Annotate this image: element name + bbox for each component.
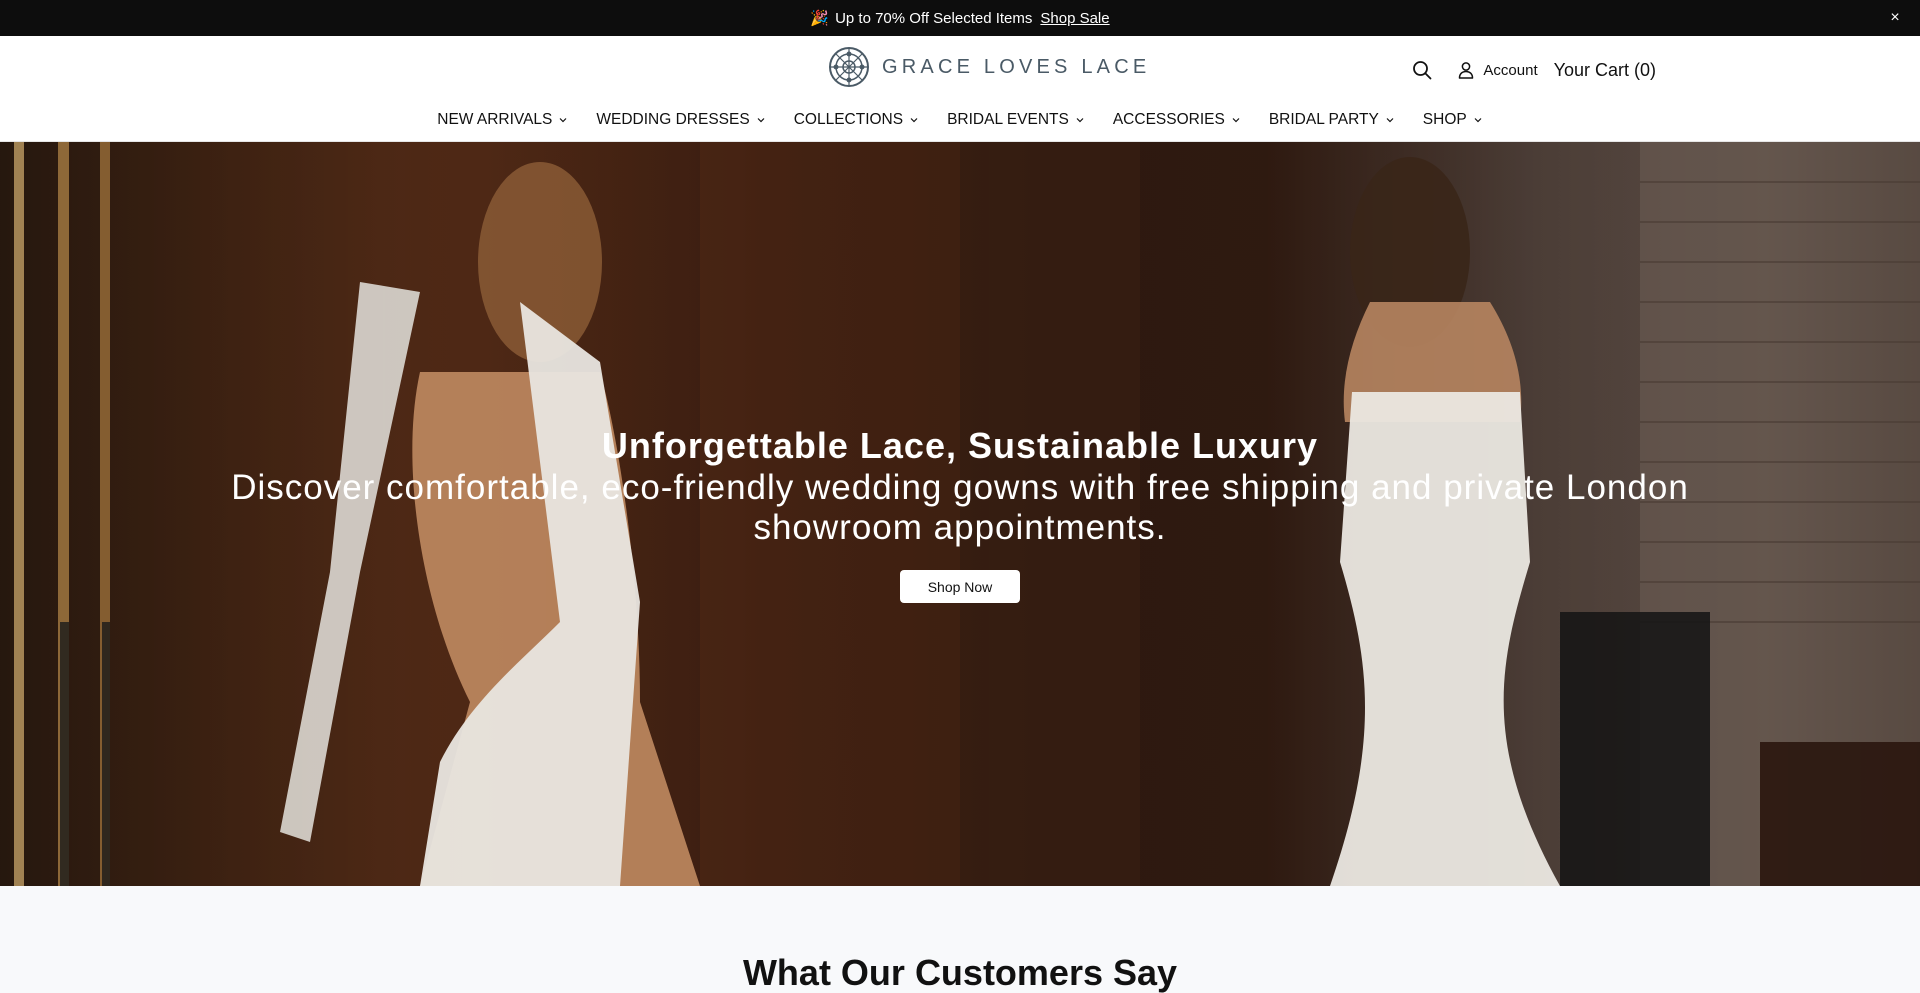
reviews-title: What Our Customers Say <box>742 952 1178 993</box>
shop-now-button[interactable]: Shop Now <box>900 570 1020 603</box>
account-link[interactable]: Account <box>1457 61 1538 79</box>
cart-link[interactable]: Your Cart (0) <box>1554 60 1656 81</box>
account-label: Account <box>1483 61 1538 79</box>
nav-item-new-arrivals[interactable]: NEW ARRIVALS <box>423 108 582 132</box>
nav-item-wedding-dresses[interactable]: WEDDING DRESSES <box>582 108 779 132</box>
nav-item-label: WEDDING DRESSES <box>596 111 750 128</box>
nav-item-label: COLLECTIONS <box>793 111 904 128</box>
nav-item-label: BRIDAL EVENTS <box>947 111 1069 128</box>
nav-item-label: SHOP <box>1422 111 1467 128</box>
hero-subtitle: Discover comfortable, eco-friendly weddi… <box>231 468 1689 547</box>
nav-item-label: BRIDAL PARTY <box>1268 111 1379 128</box>
shop-sale-link[interactable]: Shop Sale <box>1040 10 1109 27</box>
nav-item-shop[interactable]: SHOP <box>1409 108 1497 132</box>
nav-item-label: ACCESSORIES <box>1112 111 1225 128</box>
site-header: GRACE LOVES LACE Account Your Cart (0) N… <box>0 36 1920 142</box>
chevron-down-icon <box>1076 118 1084 123</box>
nav-item-accessories[interactable]: ACCESSORIES <box>1099 108 1255 132</box>
close-icon[interactable]: × <box>1886 9 1904 27</box>
hero-banner: Unforgettable Lace, Sustainable Luxury D… <box>0 142 1920 886</box>
party-popper-icon: 🎉 <box>810 10 830 27</box>
announcement-bar: 🎉 Up to 70% Off Selected Items Shop Sale… <box>0 0 1920 36</box>
nav-item-collections[interactable]: COLLECTIONS <box>780 108 933 132</box>
chevron-down-icon <box>1232 118 1240 123</box>
nav-item-bridal-events[interactable]: BRIDAL EVENTS <box>933 108 1099 132</box>
logo-emblem-icon <box>829 47 869 87</box>
nav-item-bridal-party[interactable]: BRIDAL PARTY <box>1255 108 1409 132</box>
reviews-section: What Our Customers Say <box>0 886 1920 993</box>
user-icon <box>1459 62 1474 79</box>
chevron-down-icon <box>559 118 567 123</box>
logo-text: GRACE LOVES LACE <box>882 55 1151 78</box>
search-icon[interactable] <box>1411 59 1433 81</box>
chevron-down-icon <box>757 118 765 123</box>
main-nav: NEW ARRIVALS WEDDING DRESSES COLLECTIONS… <box>0 108 1920 132</box>
logo[interactable]: GRACE LOVES LACE <box>828 46 1150 88</box>
chevron-down-icon <box>910 118 918 123</box>
hero-text: Unforgettable Lace, Sustainable Luxury D… <box>0 424 1920 548</box>
announcement-text: Up to 70% Off Selected Items <box>835 9 1033 27</box>
header-actions: Account Your Cart (0) <box>1411 56 1656 84</box>
chevron-down-icon <box>1386 118 1394 123</box>
nav-item-label: NEW ARRIVALS <box>437 111 553 128</box>
chevron-down-icon <box>1474 118 1482 123</box>
hero-title: Unforgettable Lace, Sustainable Luxury <box>601 425 1319 466</box>
